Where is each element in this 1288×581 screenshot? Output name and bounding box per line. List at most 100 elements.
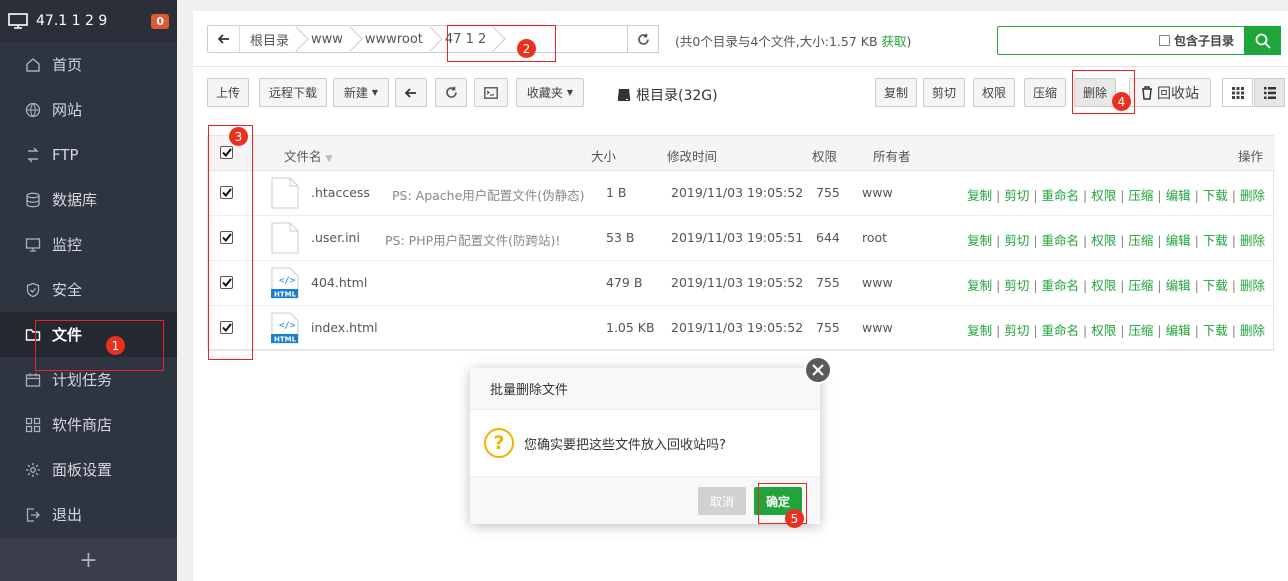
- op-link[interactable]: 权限: [1091, 233, 1116, 248]
- op-link[interactable]: 下载: [1203, 233, 1228, 248]
- file-perm[interactable]: 755: [816, 320, 840, 335]
- op-link[interactable]: 下载: [1203, 323, 1228, 338]
- table-row[interactable]: </> HTML 404.html 479 B 2019/11/03 19:05:52 7…: [208, 261, 1275, 306]
- op-link[interactable]: 权限: [1091, 278, 1116, 293]
- include-subdir-checkbox[interactable]: [1159, 35, 1170, 46]
- op-link[interactable]: 剪切: [1004, 188, 1029, 203]
- back-dir-button[interactable]: [395, 78, 427, 107]
- file-mtime: 2019/11/03 19:05:52: [671, 275, 804, 290]
- include-subdir-option[interactable]: 包含子目录: [1159, 32, 1234, 49]
- op-link[interactable]: 复制: [967, 278, 992, 293]
- sidebar-item-10[interactable]: 退出: [0, 492, 177, 537]
- op-link[interactable]: 权限: [1091, 323, 1116, 338]
- home-icon: [24, 56, 42, 74]
- op-link[interactable]: 重命名: [1042, 323, 1080, 338]
- op-link[interactable]: 删除: [1240, 323, 1265, 338]
- copy-button[interactable]: 复制: [875, 78, 917, 107]
- recycle-bin-button[interactable]: 回收站: [1129, 78, 1211, 107]
- html-file-icon: </> HTML: [271, 267, 299, 299]
- sidebar-item-2[interactable]: FTP: [0, 132, 177, 177]
- monitor-icon: [24, 236, 42, 254]
- sidebar-item-4[interactable]: 监控: [0, 222, 177, 267]
- op-link[interactable]: 删除: [1240, 188, 1265, 203]
- table-row[interactable]: .htaccess PS: Apache用户配置文件(伪静态) 1 B 2019/11…: [208, 171, 1275, 216]
- op-link[interactable]: 编辑: [1166, 278, 1191, 293]
- table-row[interactable]: .user.ini PS: PHP用户配置文件(防跨站)! 53 B 2019/11/…: [208, 216, 1275, 261]
- disk-label: 根目录(32G): [636, 88, 718, 104]
- op-link[interactable]: 压缩: [1128, 278, 1153, 293]
- col-name[interactable]: 文件名 ▼: [284, 146, 332, 165]
- file-name[interactable]: index.html: [311, 320, 378, 335]
- file-perm[interactable]: 755: [816, 185, 840, 200]
- path-refresh-button[interactable]: [627, 25, 659, 53]
- notification-badge[interactable]: 0: [151, 13, 169, 29]
- col-mtime[interactable]: 修改时间: [667, 146, 717, 165]
- sidebar-item-8[interactable]: 软件商店: [0, 402, 177, 447]
- op-link[interactable]: 下载: [1203, 278, 1228, 293]
- cut-button[interactable]: 剪切: [923, 78, 965, 107]
- breadcrumb-www[interactable]: www: [301, 26, 355, 52]
- op-link[interactable]: 编辑: [1166, 188, 1191, 203]
- file-perm[interactable]: 755: [816, 275, 840, 290]
- file-size: 53 B: [606, 230, 635, 245]
- get-size-link[interactable]: 获取: [882, 34, 907, 49]
- op-link[interactable]: 重命名: [1042, 278, 1080, 293]
- file-perm[interactable]: 644: [816, 230, 840, 245]
- add-button[interactable]: +: [0, 539, 177, 581]
- dialog-message: 您确实要把这些文件放入回收站吗?: [524, 437, 726, 453]
- op-link[interactable]: 复制: [967, 323, 992, 338]
- summary-text: (共0个目录与4个文件,大小:1.57 KB: [675, 34, 882, 49]
- table-row[interactable]: </> HTML index.html 1.05 KB 2019/11/03 19:05…: [208, 306, 1275, 351]
- op-link[interactable]: 重命名: [1042, 233, 1080, 248]
- remote-download-button[interactable]: 远程下载: [259, 78, 327, 107]
- file-name[interactable]: .user.ini: [311, 230, 360, 245]
- upload-button[interactable]: 上传: [207, 78, 249, 107]
- op-link[interactable]: 编辑: [1166, 233, 1191, 248]
- op-link[interactable]: 压缩: [1128, 323, 1153, 338]
- breadcrumb-wwwroot[interactable]: wwwroot: [355, 26, 435, 52]
- sidebar-item-5[interactable]: 安全: [0, 267, 177, 312]
- op-link[interactable]: 删除: [1240, 233, 1265, 248]
- refresh-button[interactable]: [435, 78, 467, 107]
- op-link[interactable]: 删除: [1240, 278, 1265, 293]
- monitor-icon: [8, 13, 28, 29]
- op-link[interactable]: 剪切: [1004, 233, 1029, 248]
- close-icon[interactable]: [804, 356, 832, 384]
- sidebar-item-3[interactable]: 数据库: [0, 177, 177, 222]
- sidebar-item-label: 首页: [52, 56, 83, 74]
- op-link[interactable]: 下载: [1203, 188, 1228, 203]
- op-link[interactable]: 重命名: [1042, 188, 1080, 203]
- back-button[interactable]: [208, 26, 240, 52]
- new-button[interactable]: 新建 ▼: [333, 78, 389, 107]
- breadcrumb-root[interactable]: 根目录: [240, 26, 301, 52]
- sidebar-item-0[interactable]: 首页: [0, 42, 177, 87]
- op-link[interactable]: 复制: [967, 188, 992, 203]
- sidebar-item-1[interactable]: 网站: [0, 87, 177, 132]
- col-perm: 权限: [812, 149, 838, 164]
- file-icon: [271, 222, 299, 254]
- col-size[interactable]: 大小: [591, 146, 616, 165]
- op-link[interactable]: 权限: [1091, 188, 1116, 203]
- search-button[interactable]: [1245, 26, 1281, 55]
- sidebar-item-9[interactable]: 面板设置: [0, 447, 177, 492]
- file-name[interactable]: 404.html: [311, 275, 367, 290]
- permission-button[interactable]: 权限: [973, 78, 1015, 107]
- terminal-button[interactable]: [474, 78, 508, 107]
- grid-view-button[interactable]: [1222, 78, 1253, 107]
- include-subdir-label: 包含子目录: [1174, 34, 1235, 48]
- op-link[interactable]: 复制: [967, 233, 992, 248]
- disk-icon: [618, 89, 630, 101]
- dialog-title: 批量删除文件: [470, 368, 820, 410]
- cancel-button[interactable]: 取消: [698, 487, 746, 515]
- disk-info[interactable]: 根目录(32G): [617, 85, 718, 105]
- op-link[interactable]: 剪切: [1004, 323, 1029, 338]
- compress-button[interactable]: 压缩: [1024, 78, 1066, 107]
- annotation-marker-5: 5: [785, 509, 804, 528]
- op-link[interactable]: 压缩: [1128, 188, 1153, 203]
- op-link[interactable]: 编辑: [1166, 323, 1191, 338]
- op-link[interactable]: 剪切: [1004, 278, 1029, 293]
- file-name[interactable]: .htaccess: [311, 185, 370, 200]
- favorites-button[interactable]: 收藏夹 ▼: [516, 78, 584, 107]
- list-view-button[interactable]: [1254, 78, 1285, 107]
- op-link[interactable]: 压缩: [1128, 233, 1153, 248]
